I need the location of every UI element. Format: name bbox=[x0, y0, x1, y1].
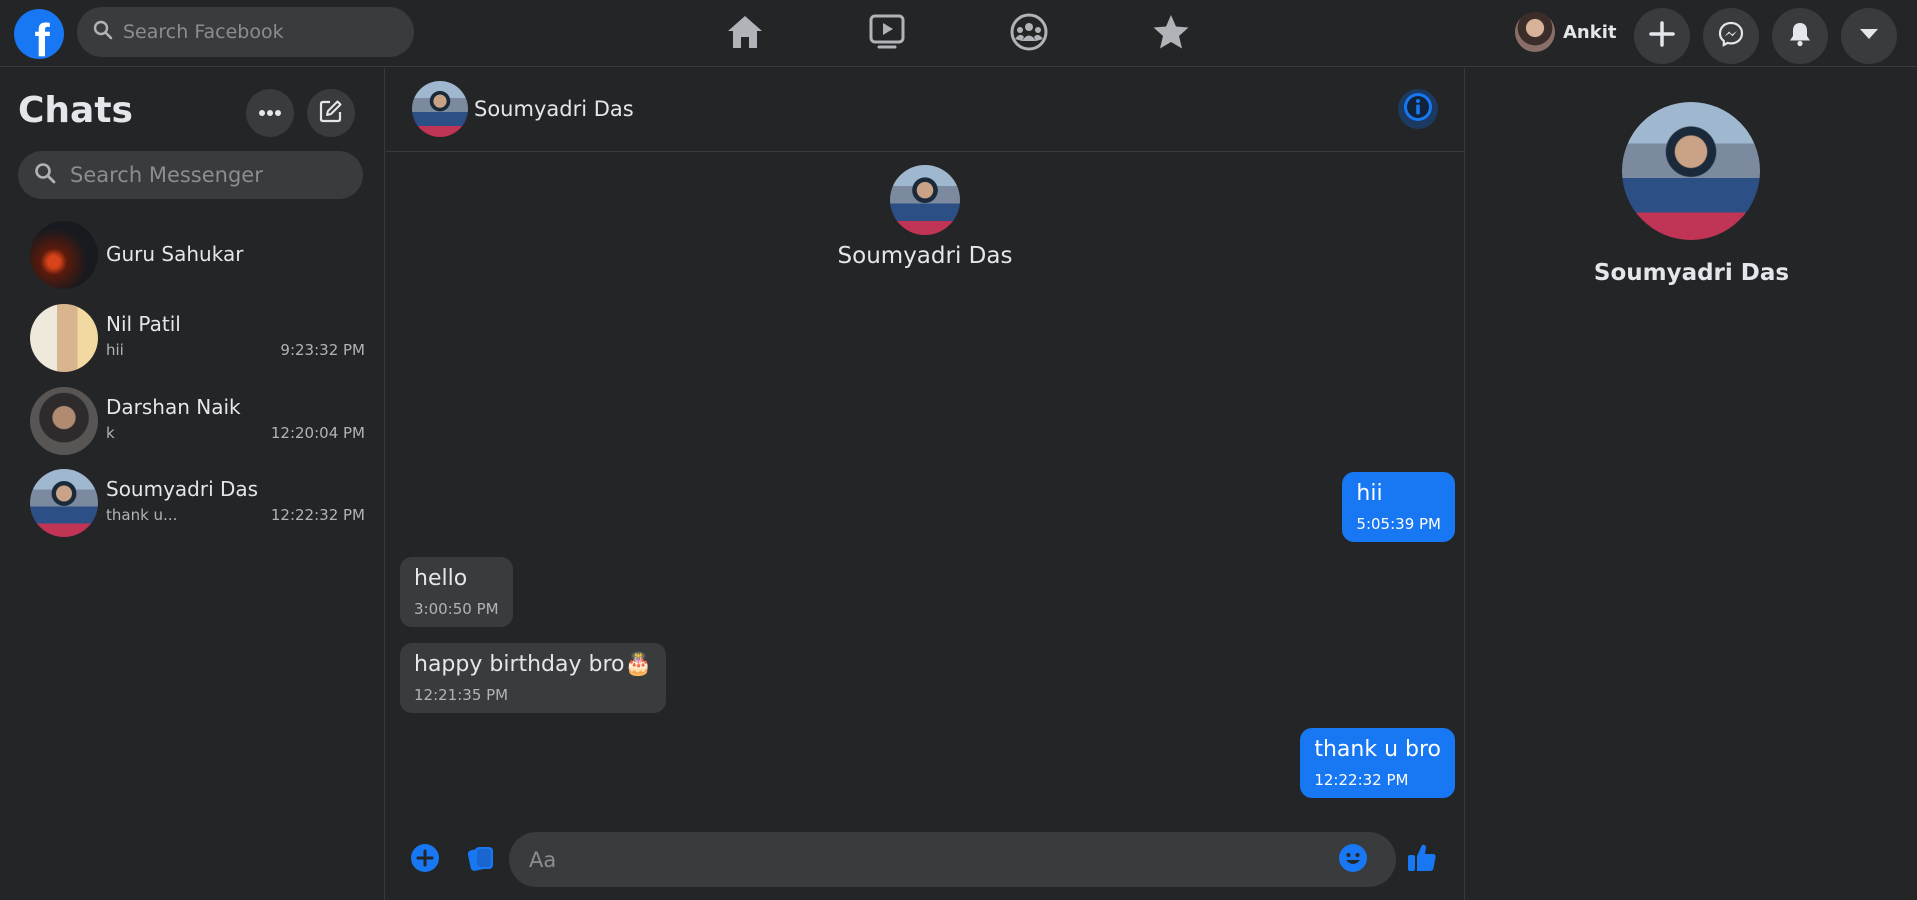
messenger-search[interactable] bbox=[18, 151, 363, 199]
chat-item-time: 12:22:32 PM bbox=[270, 506, 365, 524]
search-icon bbox=[93, 20, 113, 45]
sticker-icon bbox=[467, 844, 495, 877]
conversation-contact-name[interactable]: Soumyadri Das bbox=[474, 97, 634, 121]
nav-favorites[interactable] bbox=[1141, 9, 1201, 59]
compose-icon bbox=[319, 99, 343, 128]
message-text: hii bbox=[1356, 481, 1383, 506]
plus-circle-icon bbox=[410, 843, 440, 878]
avatar bbox=[890, 165, 960, 235]
message-time: 12:22:32 PM bbox=[1314, 771, 1409, 790]
message-time: 3:00:50 PM bbox=[414, 600, 499, 619]
message-text: happy birthday bro🎂 bbox=[414, 652, 652, 677]
chats-title: Chats bbox=[18, 90, 133, 131]
more-actions-button[interactable] bbox=[405, 840, 445, 880]
messenger-search-input[interactable] bbox=[70, 163, 350, 187]
like-button[interactable] bbox=[1402, 840, 1442, 880]
plus-icon bbox=[1649, 20, 1675, 52]
notifications-button[interactable] bbox=[1772, 8, 1828, 64]
chat-item-darshan-naik[interactable]: Darshan Naik k 12:20:04 PM bbox=[18, 382, 365, 458]
chat-item-time: 12:20:04 PM bbox=[270, 424, 365, 442]
chat-item-time: 9:23:32 PM bbox=[280, 341, 365, 359]
contact-details-panel: Soumyadri Das bbox=[1464, 68, 1917, 900]
avatar bbox=[1622, 102, 1760, 240]
home-icon bbox=[726, 14, 764, 55]
conversation-header: Soumyadri Das bbox=[386, 68, 1464, 152]
chats-sidebar: Chats Guru Sahukar Nil Patil hii 9:23:32… bbox=[0, 68, 385, 900]
nav-watch[interactable] bbox=[857, 9, 917, 59]
sticker-button[interactable] bbox=[461, 840, 501, 880]
message-bubble-outgoing[interactable]: hii 5:05:39 PM bbox=[1342, 472, 1455, 543]
conversation-intro: Soumyadri Das bbox=[386, 165, 1464, 269]
chat-item-preview: thank u... bbox=[106, 506, 178, 524]
avatar bbox=[30, 304, 98, 372]
chat-item-name: Soumyadri Das bbox=[106, 477, 259, 501]
chat-item-name: Guru Sahukar bbox=[106, 242, 244, 266]
create-button[interactable] bbox=[1634, 8, 1690, 64]
chat-item-preview: k bbox=[106, 424, 115, 442]
message-composer bbox=[386, 820, 1464, 900]
avatar bbox=[30, 469, 98, 537]
search-icon bbox=[34, 162, 56, 189]
top-navbar: f Ankit bbox=[0, 0, 1917, 67]
chat-item-name: Nil Patil bbox=[106, 312, 181, 336]
messenger-button[interactable] bbox=[1703, 8, 1759, 64]
watch-icon bbox=[868, 13, 906, 56]
avatar bbox=[30, 387, 98, 455]
emoji-button[interactable] bbox=[1333, 840, 1373, 880]
chat-item-soumyadri-das[interactable]: Soumyadri Das thank u... 12:22:32 PM bbox=[18, 464, 365, 540]
message-text: hello bbox=[414, 566, 468, 591]
chat-item-preview: hii bbox=[106, 341, 124, 359]
more-icon bbox=[258, 104, 282, 122]
info-icon bbox=[1402, 91, 1434, 128]
details-contact-name: Soumyadri Das bbox=[1593, 260, 1790, 286]
message-bubble-outgoing[interactable]: thank u bro 12:22:32 PM bbox=[1300, 728, 1455, 799]
facebook-logo[interactable]: f bbox=[14, 9, 64, 59]
profile-name: Ankit bbox=[1563, 21, 1617, 43]
emoji-icon bbox=[1338, 843, 1368, 878]
message-time: 12:21:35 PM bbox=[414, 686, 509, 705]
bell-icon bbox=[1788, 21, 1812, 52]
chat-options-button[interactable] bbox=[246, 89, 294, 137]
thumbs-up-icon bbox=[1406, 842, 1438, 879]
nav-home[interactable] bbox=[715, 9, 775, 59]
facebook-logo-letter: f bbox=[34, 14, 50, 59]
profile-chip[interactable]: Ankit bbox=[1515, 10, 1617, 54]
message-bubble-incoming[interactable]: hello 3:00:50 PM bbox=[400, 557, 513, 628]
avatar[interactable] bbox=[412, 81, 468, 137]
groups-icon bbox=[1009, 12, 1049, 57]
star-icon bbox=[1152, 13, 1190, 56]
message-time: 5:05:39 PM bbox=[1356, 515, 1441, 534]
message-bubble-incoming[interactable]: happy birthday bro🎂 12:21:35 PM bbox=[400, 643, 666, 714]
chat-item-guru-sahukar[interactable]: Guru Sahukar bbox=[18, 216, 365, 292]
profile-avatar bbox=[1515, 12, 1555, 52]
facebook-search-input[interactable] bbox=[123, 21, 393, 43]
nav-groups[interactable] bbox=[999, 9, 1059, 59]
chat-item-nil-patil[interactable]: Nil Patil hii 9:23:32 PM bbox=[18, 299, 365, 375]
message-text: thank u bro bbox=[1314, 737, 1441, 762]
new-message-button[interactable] bbox=[307, 89, 355, 137]
message-input[interactable] bbox=[529, 847, 1329, 872]
caret-down-icon bbox=[1858, 27, 1880, 46]
facebook-search[interactable] bbox=[77, 7, 414, 57]
chat-item-name: Darshan Naik bbox=[106, 395, 241, 419]
conversation-info-button[interactable] bbox=[1398, 89, 1438, 129]
account-menu-button[interactable] bbox=[1841, 8, 1897, 64]
messenger-icon bbox=[1718, 21, 1744, 52]
intro-contact-name: Soumyadri Das bbox=[837, 243, 1013, 269]
avatar bbox=[30, 221, 98, 289]
message-input-field[interactable] bbox=[509, 832, 1396, 887]
